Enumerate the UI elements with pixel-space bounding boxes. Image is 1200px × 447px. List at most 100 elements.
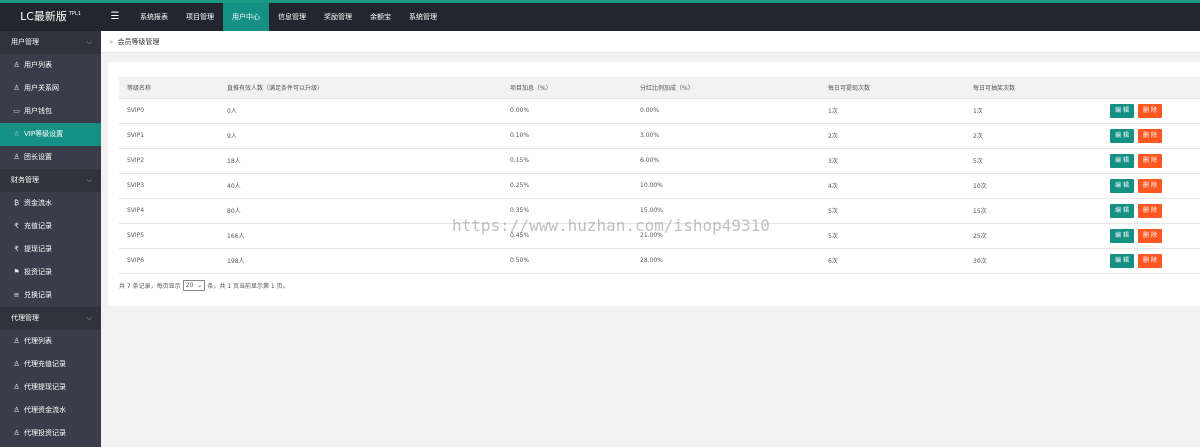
app-logo[interactable]: LC最新版 TPL1 <box>0 3 101 31</box>
user-icon: ♙ <box>13 429 20 437</box>
sidebar-item[interactable]: ▭ 用户钱包 <box>0 100 101 123</box>
table-cell: 5次 <box>820 198 965 224</box>
topnav-item[interactable]: 用户中心 <box>223 3 269 31</box>
table-cell: SVIP0 <box>119 98 219 124</box>
table-cell: SVIP6 <box>119 248 219 274</box>
user-icon: ♙ <box>13 153 20 161</box>
table-row: SVIP3 40人 0.25% 10.00% 4次 10次编 辑删 除 <box>119 173 1200 199</box>
table-cell: 2次 <box>965 123 1110 149</box>
edit-button[interactable]: 编 辑 <box>1110 253 1134 268</box>
table-row: SVIP2 18人 0.15% 6.00% 3次 5次编 辑删 除 <box>119 148 1200 174</box>
sidebar-item-label: VIP等级设置 <box>24 130 64 138</box>
sidebar-item-label: 投资记录 <box>24 268 52 276</box>
table-cell: 9人 <box>219 123 502 149</box>
sidebar-item-label: 代理资金流水 <box>24 406 66 414</box>
sidebar-item[interactable]: ♙ 用户列表 <box>0 54 101 77</box>
sidebar-item[interactable]: ♙ 代理充值记录 <box>0 353 101 376</box>
sidebar-item-label: 代理充值记录 <box>24 360 66 368</box>
table-cell: 5次 <box>820 223 965 249</box>
table-cell: 30次 <box>965 248 1110 274</box>
sidebar-group-label: 用户管理 <box>11 38 39 46</box>
top-navbar: LC最新版 TPL1 ☰ 系统报表 项目管理 用户中心 信息管理 奖励管理 余额宝 系统管理 <box>0 3 1200 31</box>
table-cell: 2次 <box>820 123 965 149</box>
table-cell: 5次 <box>965 148 1110 174</box>
edit-button[interactable]: 编 辑 <box>1110 128 1134 143</box>
star-icon: ☆ <box>13 130 20 138</box>
delete-button[interactable]: 删 除 <box>1138 128 1162 143</box>
delete-button[interactable]: 删 除 <box>1138 228 1162 243</box>
table-cell: 18人 <box>219 148 502 174</box>
table-cell: SVIP4 <box>119 198 219 224</box>
user-icon: ♙ <box>13 84 20 92</box>
edit-button[interactable]: 编 辑 <box>1110 228 1134 243</box>
sidebar-item[interactable]: ♙ 代理列表 <box>0 330 101 353</box>
table-cell: 3.00% <box>632 123 820 149</box>
delete-button[interactable]: 删 除 <box>1138 253 1162 268</box>
sidebar: 用户管理 ⌵ ♙ 用户列表 ♙ 用户关系网 ▭ 用户钱包 ☆ VIP等级设置 ♙ 团长设置 财务管理 ⌵ ₿… <box>0 31 101 447</box>
pagination: 共 7 条记录，每页显示 20 ⌄ 条，共 1 页当前显示第 1 页。 <box>119 280 289 291</box>
sidebar-item[interactable]: ₿ 资金流水 <box>0 192 101 215</box>
edit-button[interactable]: 编 辑 <box>1110 178 1134 193</box>
topnav-item[interactable]: 奖励管理 <box>315 3 361 31</box>
sidebar-group-header[interactable]: 财务管理 ⌵ <box>0 169 101 192</box>
table-cell: 198人 <box>219 248 502 274</box>
table-cell: 0.10% <box>502 123 632 149</box>
chevron-down-icon: ⌵ <box>86 176 92 184</box>
table-cell: 25次 <box>965 223 1110 249</box>
table-cell: 0.00% <box>502 98 632 124</box>
sidebar-item[interactable]: ♙ 代理资金流水 <box>0 399 101 422</box>
user-icon: ♙ <box>13 61 20 69</box>
chevron-down-icon: ⌵ <box>86 314 92 322</box>
sidebar-item[interactable]: ♙ 代理投资记录 <box>0 422 101 445</box>
sidebar-item-label: 充值记录 <box>24 222 52 230</box>
sidebar-item[interactable]: ♙ 用户关系网 <box>0 77 101 100</box>
topnav-item[interactable]: 项目管理 <box>177 3 223 31</box>
topnav-item[interactable]: 系统管理 <box>400 3 446 31</box>
table-cell: 4次 <box>820 173 965 199</box>
sidebar-item-label: 团长设置 <box>24 153 52 161</box>
topnav-item[interactable]: 余额宝 <box>361 3 400 31</box>
sidebar-item[interactable]: ≡ 兑换记录 <box>0 284 101 307</box>
column-header: 每日可提现次数 <box>820 77 965 99</box>
row-actions: 编 辑删 除 <box>1110 248 1200 274</box>
topnav-item[interactable]: 信息管理 <box>269 3 315 31</box>
delete-button[interactable]: 删 除 <box>1138 178 1162 193</box>
sidebar-item[interactable]: ₹ 充值记录 <box>0 215 101 238</box>
table-cell: 6次 <box>820 248 965 274</box>
sidebar-group-header[interactable]: 代理管理 ⌵ <box>0 307 101 330</box>
sidebar-item-label: 提现记录 <box>24 245 52 253</box>
sidebar-item[interactable]: ⚑ 投资记录 <box>0 261 101 284</box>
delete-button[interactable]: 删 除 <box>1138 103 1162 118</box>
edit-button[interactable]: 编 辑 <box>1110 153 1134 168</box>
delete-button[interactable]: 删 除 <box>1138 203 1162 218</box>
row-actions: 编 辑删 除 <box>1110 148 1200 174</box>
sidebar-item[interactable]: ☆ VIP等级设置 <box>0 123 101 146</box>
sidebar-group-header[interactable]: 用户管理 ⌵ <box>0 31 101 54</box>
breadcrumb-label: 会员等级管理 <box>117 38 160 46</box>
table-cell: 0人 <box>219 98 502 124</box>
table-row: SVIP6 198人 0.50% 28.00% 6次 30次编 辑删 除 <box>119 248 1200 274</box>
row-actions: 编 辑删 除 <box>1110 173 1200 199</box>
column-header: 分红比例加成（%） <box>632 77 820 99</box>
sidebar-item-label: 兑换记录 <box>24 291 52 299</box>
table-cell: 6.00% <box>632 148 820 174</box>
table-cell: 28.00% <box>632 248 820 274</box>
user-icon: ♙ <box>13 383 20 391</box>
content-panel: 等级名称 直推有效人数（满足条件可以升级） 项目加息（%） 分红比例加成（%） 每日可提… <box>108 62 1200 306</box>
page-size-select[interactable]: 20 ⌄ <box>182 280 206 291</box>
delete-button[interactable]: 删 除 <box>1138 153 1162 168</box>
edit-button[interactable]: 编 辑 <box>1110 203 1134 218</box>
table-cell: 0.15% <box>502 148 632 174</box>
sidebar-item-label: 代理列表 <box>24 337 52 345</box>
flag-icon: ⚑ <box>13 268 20 276</box>
sidebar-item[interactable]: ₹ 提现记录 <box>0 238 101 261</box>
row-actions: 编 辑删 除 <box>1110 198 1200 224</box>
edit-button[interactable]: 编 辑 <box>1110 103 1134 118</box>
sidebar-item[interactable]: ♙ 代理提现记录 <box>0 376 101 399</box>
sidebar-item[interactable]: ♙ 团长设置 <box>0 146 101 169</box>
hamburger-icon[interactable]: ☰ <box>106 3 124 31</box>
bitcoin-icon: ₿ <box>13 199 20 207</box>
table-header-row: 等级名称 直推有效人数（满足条件可以升级） 项目加息（%） 分红比例加成（%） 每日可提… <box>119 77 1200 99</box>
row-actions: 编 辑删 除 <box>1110 223 1200 249</box>
topnav-item[interactable]: 系统报表 <box>131 3 177 31</box>
